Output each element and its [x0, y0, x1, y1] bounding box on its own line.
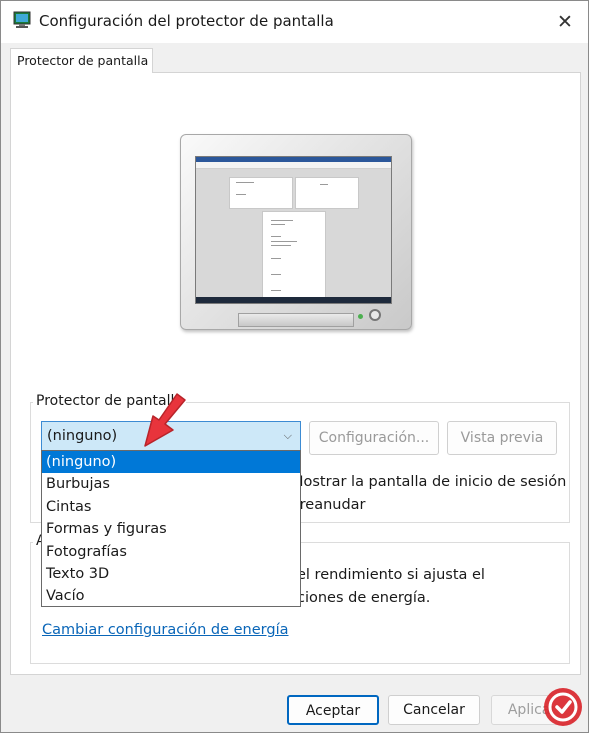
- preview-text-line: [271, 224, 285, 225]
- preview-screen: [195, 156, 392, 304]
- power-led-icon: [358, 314, 363, 319]
- preview-text-line: [271, 220, 293, 221]
- preview-text-line: [236, 182, 254, 183]
- site-logo-icon: [544, 688, 582, 726]
- option-vacio[interactable]: Vacío: [42, 585, 300, 607]
- chevron-down-icon: ⌵: [283, 429, 292, 442]
- option-texto-3d[interactable]: Texto 3D: [42, 563, 300, 585]
- option-ninguno[interactable]: (ninguno): [42, 451, 300, 474]
- preview-taskbar: [196, 297, 391, 303]
- preview-ribbon: [196, 162, 391, 169]
- preview-document-page: [262, 211, 326, 303]
- change-power-settings-link[interactable]: Cambiar configuración de energía: [42, 622, 289, 638]
- red-arrow-icon: [144, 393, 186, 447]
- preview-text-line: [271, 290, 281, 291]
- option-formas-y-figuras[interactable]: Formas y figuras: [42, 518, 300, 540]
- resume-text-line1: Mostrar la pantalla de inicio de sesión: [291, 474, 567, 490]
- close-button[interactable]: ✕: [550, 7, 580, 37]
- screensaver-options-list: (ninguno) Burbujas Cintas Formas y figur…: [41, 450, 301, 607]
- settings-button[interactable]: Configuración...: [309, 421, 439, 455]
- window-title: Configuración del protector de pantalla: [39, 12, 334, 30]
- preview-text-line: [271, 236, 281, 237]
- tab-screensaver[interactable]: Protector de pantalla: [10, 48, 153, 73]
- preview-text-line: [271, 274, 281, 275]
- preview-text-line: [271, 258, 281, 259]
- option-burbujas[interactable]: Burbujas: [42, 473, 300, 495]
- preview-document-page: [229, 177, 293, 209]
- preview-button[interactable]: Vista previa: [447, 421, 557, 455]
- power-text-line1: el rendimiento si ajusta el: [297, 567, 485, 583]
- cancel-button[interactable]: Cancelar: [388, 695, 480, 725]
- preview-text-line: [271, 245, 291, 246]
- power-button-icon: [369, 309, 381, 321]
- option-cintas[interactable]: Cintas: [42, 496, 300, 518]
- preview-text-line: [271, 241, 297, 242]
- resume-text-line2: l reanudar: [291, 497, 366, 513]
- monitor-stand: [238, 313, 354, 327]
- preview-document-page: [295, 177, 359, 209]
- ok-button[interactable]: Aceptar: [287, 695, 379, 725]
- screensaver-select-value: (ninguno): [47, 428, 118, 444]
- title-bar: Configuración del protector de pantalla …: [1, 1, 588, 43]
- monitor-preview: [180, 134, 412, 330]
- power-text-line2: ciones de energía.: [297, 590, 431, 606]
- monitor-screensaver-icon: [13, 11, 31, 28]
- option-fotografias[interactable]: Fotografías: [42, 541, 300, 563]
- preview-text-line: [320, 184, 328, 185]
- screensaver-settings-window: Configuración del protector de pantalla …: [0, 0, 589, 733]
- preview-text-line: [236, 194, 246, 195]
